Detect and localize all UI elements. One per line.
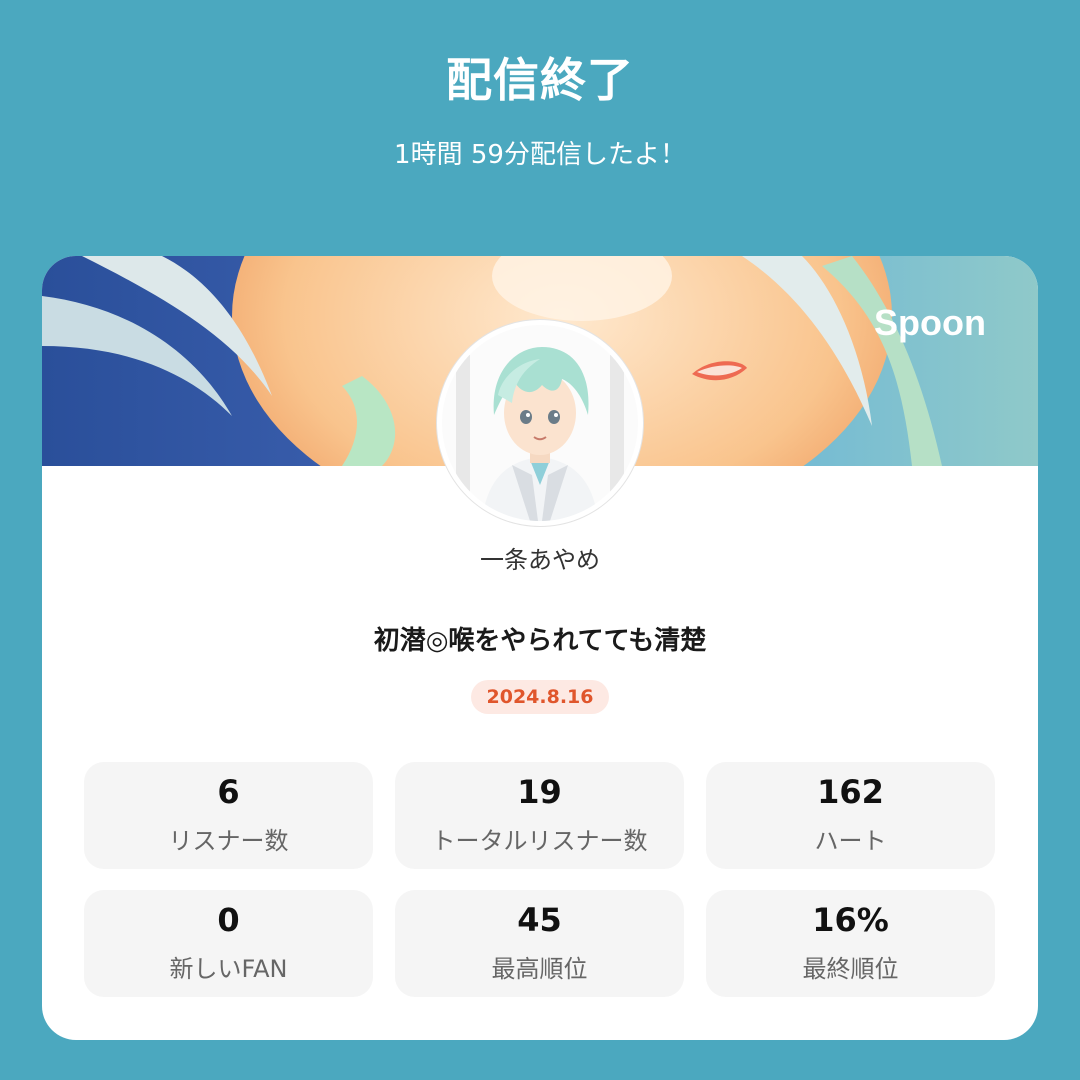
stat-label: 最高順位 xyxy=(491,954,588,983)
stat-label: ハート xyxy=(814,826,887,855)
broadcast-duration: 1時間 59分配信したよ！ xyxy=(394,140,686,170)
username[interactable]: 一条あやめ xyxy=(42,540,1038,575)
date-badge: 2024.8.16 xyxy=(470,680,610,714)
avatar[interactable] xyxy=(437,320,643,526)
stats-grid: 6 リスナー数 19 トータルリスナー数 162 ハート 0 新しいFAN 45… xyxy=(84,762,996,997)
stat-total-listeners: 19 トータルリスナー数 xyxy=(395,762,684,869)
stat-label: 新しいFAN xyxy=(169,954,288,983)
stat-label: リスナー数 xyxy=(168,826,289,855)
stat-value: 16% xyxy=(812,901,889,940)
page-title: 配信終了 xyxy=(446,53,634,107)
stat-hearts: 162 ハート xyxy=(706,762,995,869)
stat-value: 162 xyxy=(817,773,884,812)
stat-label: トータルリスナー数 xyxy=(431,826,648,855)
stat-value: 45 xyxy=(517,901,562,940)
stat-new-fans: 0 新しいFAN xyxy=(84,890,373,997)
stat-value: 0 xyxy=(217,901,240,940)
stat-value: 19 xyxy=(517,773,562,812)
stat-listeners: 6 リスナー数 xyxy=(84,762,373,869)
stat-value: 6 xyxy=(217,773,240,812)
broadcast-end-screen: 配信終了 1時間 59分配信したよ！ Spoon 一条あやめ 初潜◎喉をやられて… xyxy=(0,0,1080,1080)
stream-title: 初潜◎喉をやられてても清楚 xyxy=(373,626,707,656)
stat-final-rank: 16% 最終順位 xyxy=(706,890,995,997)
stat-label: 最終順位 xyxy=(802,954,899,983)
spoon-logo: Spoon xyxy=(874,302,986,343)
summary-card: Spoon 一条あやめ 初潜◎喉をやられてても清楚 2024.8.16 6 リス… xyxy=(42,256,1038,1040)
stat-best-rank: 45 最高順位 xyxy=(395,890,684,997)
